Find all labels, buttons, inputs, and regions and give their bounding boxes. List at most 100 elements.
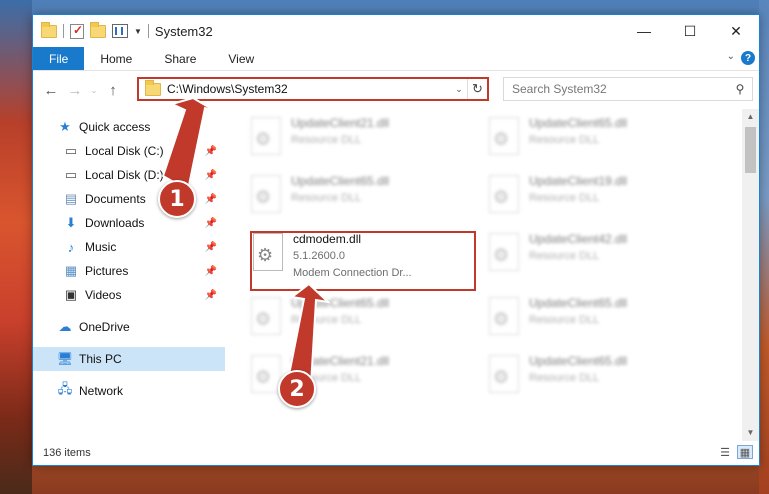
sidebar-item-label: This PC (79, 352, 122, 366)
file-description: Resource DLL (529, 372, 600, 384)
sidebar-item-pictures[interactable]: ▦ Pictures 📌 (33, 259, 225, 283)
view-toggle: ☰ ▦ (717, 445, 753, 459)
dll-file-icon: ⚙ (487, 297, 521, 337)
computer-icon: 🖥 (56, 351, 74, 366)
tiles-view-icon[interactable]: ▦ (737, 445, 753, 459)
back-arrow-icon[interactable]: ← (39, 82, 63, 99)
pin-icon: 📌 (204, 217, 217, 229)
window-title: System32 (154, 23, 213, 39)
help-icon[interactable]: ? (741, 51, 755, 65)
file-description: Resource DLL (529, 192, 600, 204)
file-tile[interactable]: ⚙ UpdateClient65.dll Resource DLL (249, 295, 479, 347)
tab-share[interactable]: Share (148, 47, 212, 70)
file-tile[interactable]: ⚙ UpdateClient65.dll Resource DLL (487, 295, 717, 347)
sidebar-item-label: Documents (85, 192, 146, 206)
file-description: Resource DLL (291, 134, 362, 146)
sidebar-item-this-pc[interactable]: 🖥 This PC (33, 347, 225, 371)
star-icon: ★ (59, 119, 71, 134)
search-input[interactable] (512, 82, 728, 96)
file-tile[interactable]: ⚙ UpdateClient65.dll Resource DLL (249, 173, 479, 225)
recent-locations-chevron-icon[interactable]: ⌄ (87, 86, 101, 95)
step-2-marker: 2 (278, 370, 316, 408)
dll-file-icon: ⚙ (487, 355, 521, 395)
details-view-icon[interactable]: ☰ (717, 445, 733, 459)
sidebar-item-videos[interactable]: ▣ Videos 📌 (33, 283, 225, 307)
cloud-icon: ☁ (58, 319, 72, 334)
folder-icon (41, 21, 57, 38)
pin-icon: 📌 (204, 241, 217, 253)
music-icon: ♪ (67, 239, 75, 255)
ribbon-tabs: File Home Share View ⌄ ? (33, 47, 759, 71)
sidebar-item-label: Network (79, 384, 124, 398)
file-name: UpdateClient21.dll (291, 116, 390, 130)
address-path[interactable]: C:\Windows\System32 (167, 82, 451, 96)
sidebar-item-label: Pictures (85, 264, 129, 278)
vertical-scrollbar[interactable]: ▲ ▼ (742, 109, 759, 441)
sidebar-item-onedrive[interactable]: ☁ OneDrive (33, 315, 225, 339)
address-history-chevron-icon[interactable]: ⌄ (451, 84, 467, 95)
dll-file-icon: ⚙ (487, 175, 521, 215)
sidebar-item-local-disk-c[interactable]: ▭ Local Disk (C:) 📌 (33, 139, 225, 163)
file-tile[interactable]: ⚙ UpdateClient65.dll Resource DLL (487, 353, 717, 405)
dll-file-icon: ⚙ (249, 117, 283, 157)
documents-icon: ▤ (64, 191, 78, 206)
sidebar-item-label: Quick access (79, 120, 151, 134)
scrollbar-thumb[interactable] (745, 127, 756, 173)
dll-file-icon: ⚙ (487, 117, 521, 157)
sidebar-item-label: Local Disk (D:) (85, 168, 164, 182)
file-tile[interactable]: ⚙ UpdateClient65.dll Resource DLL (487, 115, 717, 167)
file-description: Resource DLL (291, 314, 362, 326)
window-controls: — ☐ ✕ (621, 15, 759, 47)
file-description: Resource DLL (529, 250, 600, 262)
refresh-icon[interactable]: ↻ (467, 79, 487, 99)
search-box[interactable]: ⚲ (503, 77, 753, 101)
minimize-button[interactable]: — (621, 15, 667, 47)
dll-file-icon: ⚙ (487, 233, 521, 273)
sidebar-item-downloads[interactable]: ⬇ Downloads 📌 (33, 211, 225, 235)
sidebar-item-quick-access[interactable]: ★ Quick access (33, 115, 225, 139)
pictures-icon: ▦ (64, 263, 78, 278)
address-folder-icon (145, 79, 161, 96)
desktop-background-right (759, 0, 769, 494)
address-bar[interactable]: C:\Windows\System32 ⌄ ↻ (137, 77, 489, 101)
dll-file-icon: ⚙ (249, 175, 283, 215)
file-tile[interactable]: ⚙ UpdateClient21.dll Resource DLL (249, 115, 479, 167)
tab-view[interactable]: View (212, 47, 270, 70)
file-tile[interactable]: ⚙ UpdateClient42.dll Resource DLL (487, 231, 717, 283)
toolbar-separator (63, 24, 64, 38)
customize-toolbar-arrow-icon[interactable]: ▼ (134, 27, 142, 36)
file-name: UpdateClient65.dll (529, 296, 628, 310)
sidebar-item-label: Local Disk (C:) (85, 144, 164, 158)
file-description: Resource DLL (291, 192, 362, 204)
navigation-pane: ★ Quick access ▭ Local Disk (C:) 📌 ▭ Loc… (33, 109, 225, 441)
file-name: UpdateClient65.dll (529, 354, 628, 368)
pin-icon: 📌 (204, 289, 217, 301)
title-bar: ▼ System32 — ☐ ✕ (33, 15, 759, 47)
close-button[interactable]: ✕ (713, 15, 759, 47)
properties-icon[interactable] (70, 23, 84, 39)
view-layout-icon[interactable] (112, 24, 128, 38)
up-arrow-icon[interactable]: ↑ (101, 82, 125, 99)
sidebar-item-documents[interactable]: ▤ Documents 📌 (33, 187, 225, 211)
new-folder-icon[interactable] (90, 21, 106, 38)
expand-ribbon-chevron-icon[interactable]: ⌄ (727, 51, 735, 62)
status-bar: 136 items ☰ ▦ (33, 441, 759, 465)
forward-arrow-icon[interactable]: → (63, 82, 87, 99)
sidebar-item-music[interactable]: ♪ Music 📌 (33, 235, 225, 259)
sidebar-item-network[interactable]: 🖧 Network (33, 379, 225, 403)
maximize-button[interactable]: ☐ (667, 15, 713, 47)
sidebar-item-local-disk-d[interactable]: ▭ Local Disk (D:) 📌 (33, 163, 225, 187)
scroll-down-arrow-icon[interactable]: ▼ (742, 425, 759, 441)
scroll-up-arrow-icon[interactable]: ▲ (742, 109, 759, 125)
file-tile[interactable]: ⚙ UpdateClient19.dll Resource DLL (487, 173, 717, 225)
sidebar-item-label: OneDrive (79, 320, 130, 334)
file-name: UpdateClient21.dll (291, 354, 390, 368)
tab-home[interactable]: Home (84, 47, 148, 70)
tab-file[interactable]: File (33, 47, 85, 70)
network-icon: 🖧 (57, 381, 73, 396)
file-name: UpdateClient19.dll (529, 174, 628, 188)
pin-icon: 📌 (204, 145, 217, 157)
search-icon[interactable]: ⚲ (728, 82, 752, 96)
file-name: UpdateClient65.dll (291, 174, 390, 188)
sidebar-item-label: Music (85, 240, 117, 254)
